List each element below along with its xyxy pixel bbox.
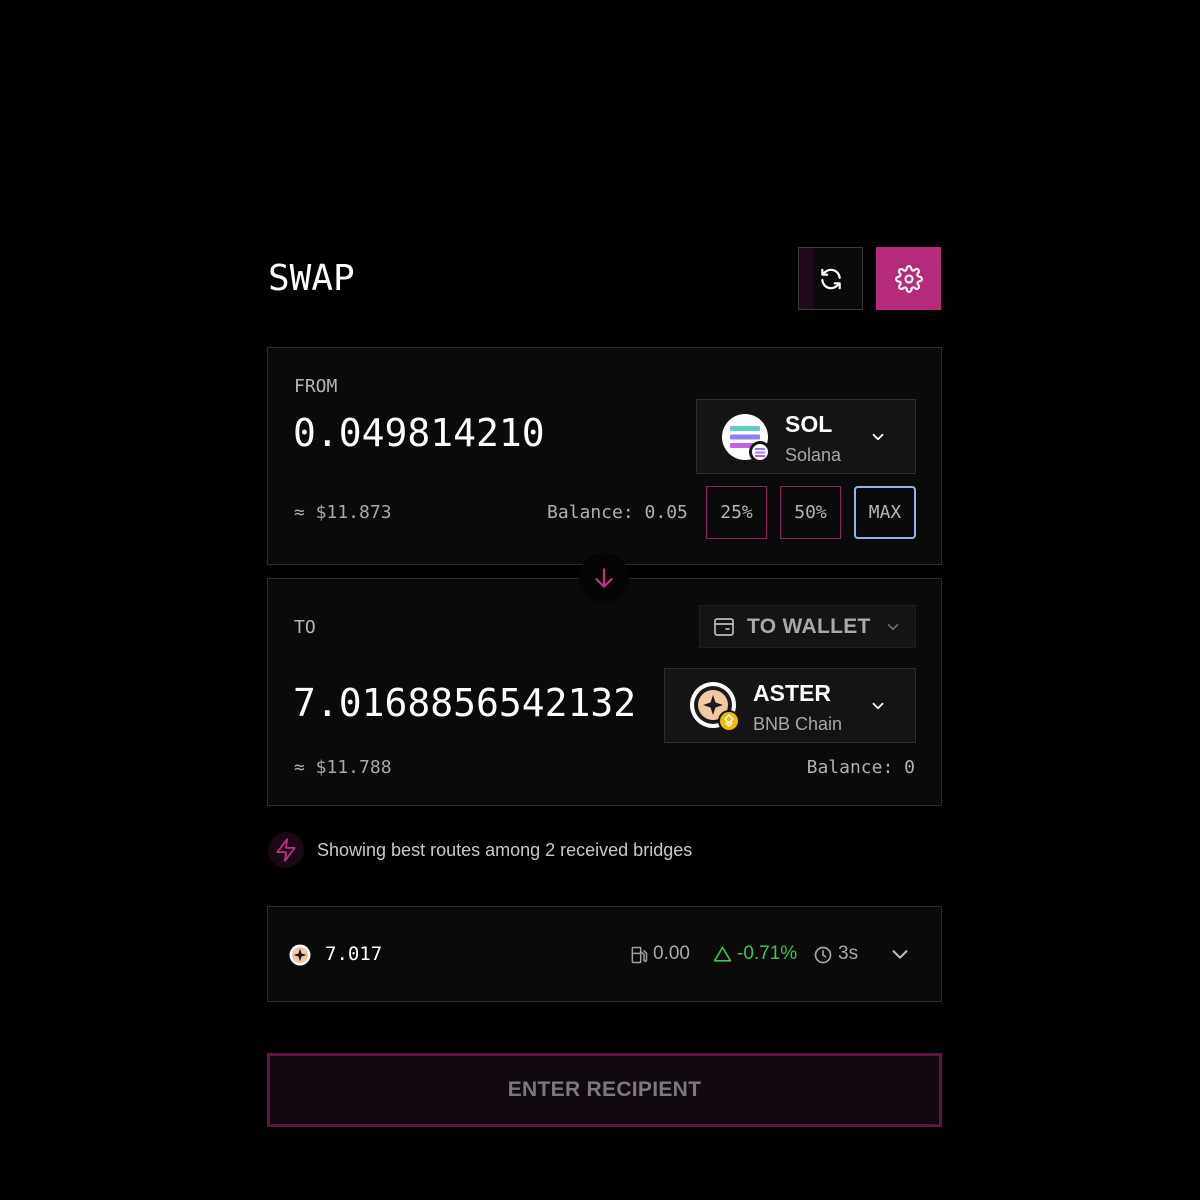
from-token-selector[interactable]: SOL Solana	[696, 399, 916, 474]
from-token-chain: Solana	[785, 445, 842, 465]
gas-pump-icon	[631, 946, 648, 964]
chevron-down-icon	[872, 702, 884, 710]
settings-button[interactable]	[876, 247, 941, 310]
arrow-down-icon	[595, 568, 613, 588]
page-title: SWAP	[268, 258, 355, 299]
to-token-chain: BNB Chain	[753, 714, 843, 734]
to-usd-value: ≈ $11.788	[294, 757, 392, 778]
to-token-selector[interactable]: ASTER BNB Chain	[664, 668, 916, 743]
route-amount: 7.017	[325, 943, 383, 965]
from-token-symbol: SOL	[785, 411, 833, 437]
clock-icon	[814, 946, 832, 964]
refresh-icon	[820, 268, 841, 289]
to-wallet-label: TO WALLET	[747, 615, 871, 638]
route-price-impact: -0.71%	[737, 943, 798, 964]
aster-logo-icon	[690, 682, 740, 732]
solana-logo-icon	[722, 414, 771, 463]
from-label: FROM	[294, 376, 338, 397]
from-amount-input[interactable]: 0.049814210	[293, 411, 545, 455]
route-gas: 0.00	[653, 943, 690, 964]
lightning-icon	[268, 832, 304, 868]
warning-triangle-icon	[713, 946, 732, 962]
from-usd-value: ≈ $11.873	[294, 502, 392, 523]
from-balance: Balance: 0.05	[547, 502, 688, 523]
chevron-down-icon[interactable]	[889, 943, 911, 965]
route-option[interactable]: 7.017 0.00 -0.71% 3s	[267, 906, 942, 1002]
chevron-down-icon	[887, 623, 899, 631]
gear-icon	[894, 264, 923, 293]
to-token-symbol: ASTER	[753, 680, 831, 706]
switch-direction-button[interactable]	[579, 553, 629, 603]
percent-50-button[interactable]: 50%	[780, 486, 841, 539]
to-label: TO	[294, 617, 316, 638]
wallet-icon	[714, 618, 734, 636]
to-panel: TO TO WALLET 7.0168856542132 ASTER BNB C…	[267, 578, 942, 806]
to-amount: 7.0168856542132	[293, 681, 637, 725]
from-panel: FROM 0.049814210 SOL Solana ≈ $11.873 Ba…	[267, 347, 942, 565]
percent-25-button[interactable]: 25%	[706, 486, 767, 539]
chevron-down-icon	[872, 433, 884, 441]
max-button[interactable]: MAX	[854, 486, 916, 539]
to-balance: Balance: 0	[806, 757, 915, 778]
to-wallet-selector[interactable]: TO WALLET	[699, 605, 916, 648]
refresh-button[interactable]	[798, 247, 863, 310]
routes-info-text: Showing best routes among 2 received bri…	[317, 840, 693, 860]
aster-token-icon	[289, 944, 311, 966]
enter-recipient-button[interactable]: ENTER RECIPIENT	[267, 1053, 942, 1127]
route-time: 3s	[838, 943, 859, 964]
